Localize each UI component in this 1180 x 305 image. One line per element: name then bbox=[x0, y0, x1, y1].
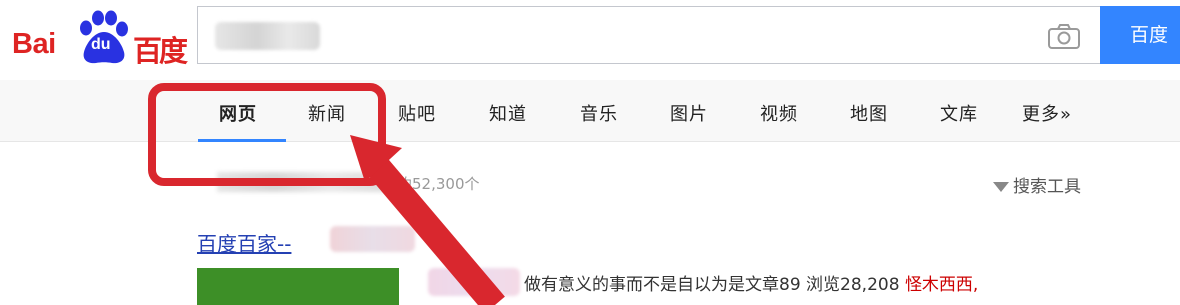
logo-chinese: 百度 bbox=[133, 34, 188, 68]
logo-latin: Bai bbox=[12, 28, 56, 60]
search-tools-button[interactable]: 搜索工具 bbox=[993, 172, 1081, 197]
tab-tieba[interactable]: 贴吧 bbox=[398, 100, 436, 126]
result-thumbnail[interactable] bbox=[197, 268, 399, 305]
snippet-author[interactable]: 怪木西西, bbox=[905, 275, 978, 295]
blurred-snippet-text bbox=[428, 268, 520, 296]
tab-news[interactable]: 新闻 bbox=[308, 100, 346, 126]
blurred-count-prefix bbox=[217, 172, 387, 192]
snippet-text: 做有意义的事而不是自以为是文章89 浏览28,208 bbox=[524, 275, 900, 295]
tab-video[interactable]: 视频 bbox=[760, 100, 798, 126]
tab-map[interactable]: 地图 bbox=[850, 100, 888, 126]
camera-icon[interactable] bbox=[1046, 22, 1082, 50]
tab-music[interactable]: 音乐 bbox=[580, 100, 618, 126]
blurred-query-text bbox=[215, 22, 320, 50]
baidu-logo[interactable]: Bai du 百度 bbox=[12, 8, 188, 68]
search-tools-label: 搜索工具 bbox=[1013, 177, 1081, 197]
tab-zhidao[interactable]: 知道 bbox=[489, 100, 527, 126]
blurred-title-text bbox=[330, 226, 415, 252]
result-snippet: 做有意义的事而不是自以为是文章89 浏览28,208 怪木西西, bbox=[524, 270, 978, 295]
active-tab-indicator bbox=[198, 139, 286, 142]
tab-web[interactable]: 网页 bbox=[219, 100, 257, 126]
filter-icon bbox=[993, 182, 1009, 192]
logo-badge: du bbox=[91, 36, 111, 53]
search-button[interactable]: 百度 bbox=[1100, 6, 1180, 64]
search-input[interactable] bbox=[197, 6, 1100, 64]
result-count: 约52,300个 bbox=[397, 175, 480, 193]
tab-more[interactable]: 更多» bbox=[1022, 100, 1072, 126]
tab-wenku[interactable]: 文库 bbox=[940, 100, 978, 126]
result-title-link[interactable]: 百度百家-- bbox=[197, 228, 291, 257]
tab-images[interactable]: 图片 bbox=[670, 100, 708, 126]
